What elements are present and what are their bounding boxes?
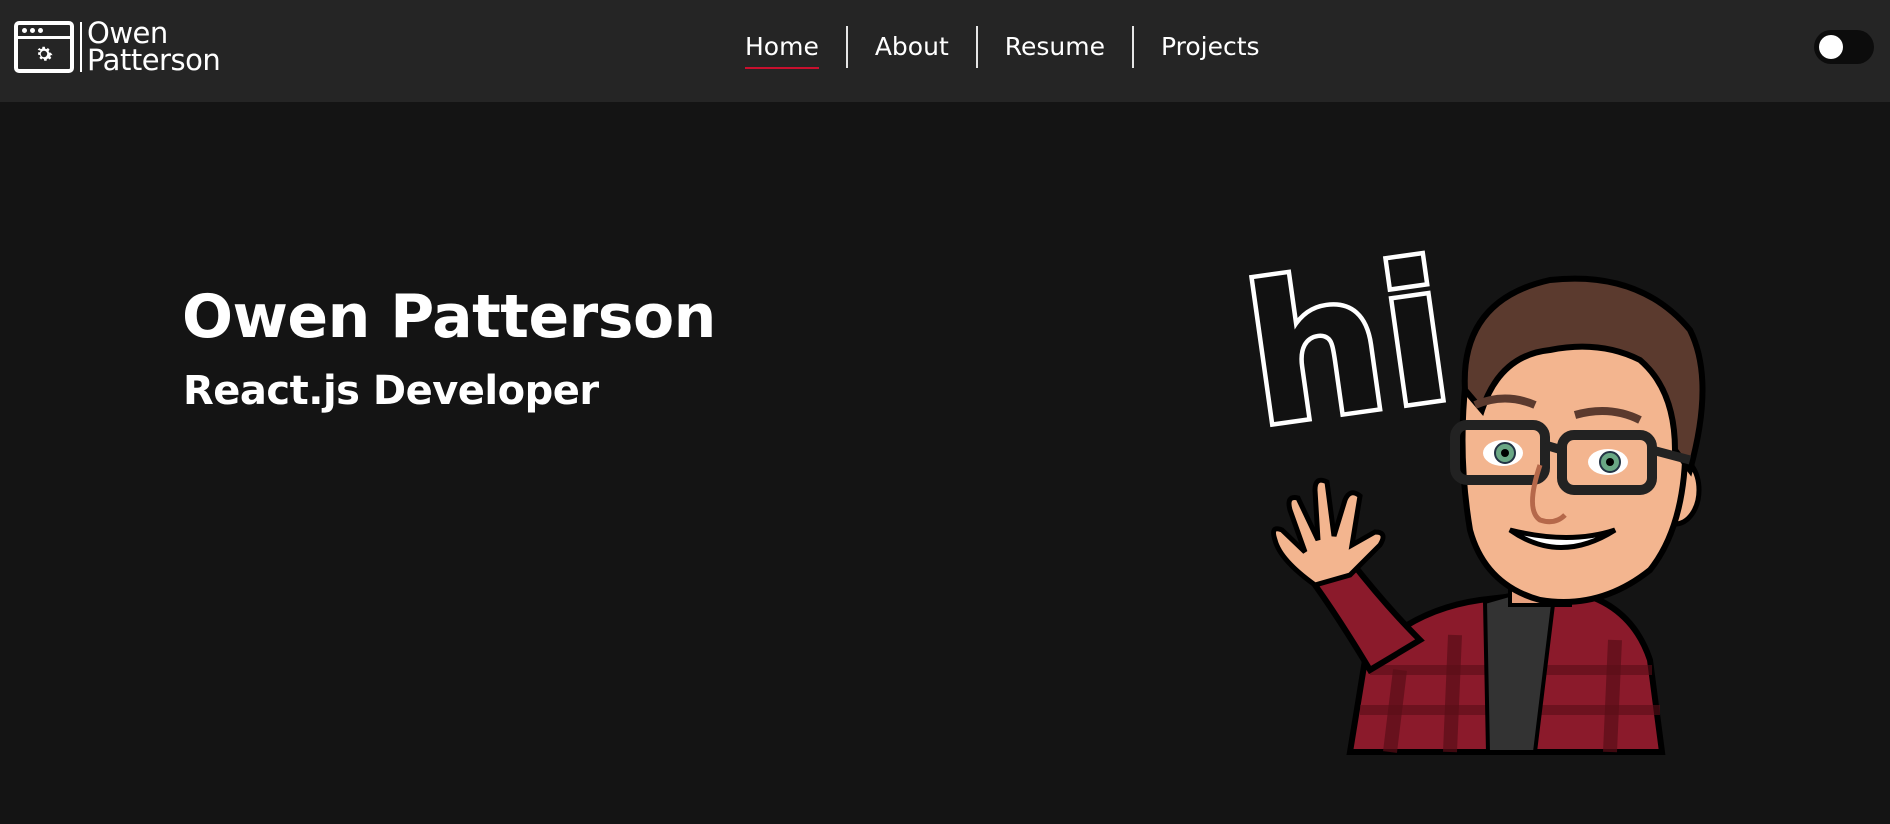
brand-line-2: Patterson [87,43,221,77]
nav-projects[interactable]: Projects [1134,27,1287,67]
nav-home[interactable]: Home [718,27,846,69]
logo-divider [80,22,82,72]
waving-avatar-illustration: hi [1229,240,1706,755]
nav-resume[interactable]: Resume [978,27,1132,67]
hi-lettering: hi [1234,240,1463,469]
hero-name: Owen Patterson [182,282,716,352]
brand-name: Owen Patterson [87,19,221,77]
main-nav: Home About Resume Projects [718,26,1287,69]
site-logo[interactable]: Owen Patterson [14,19,221,77]
nav-about[interactable]: About [848,27,976,67]
navbar: Owen Patterson Home About Resume Project… [0,0,1890,102]
toggle-knob [1819,35,1843,59]
hero-role: React.js Developer [183,368,599,414]
theme-toggle[interactable] [1814,30,1874,64]
gear-window-icon [14,21,74,73]
